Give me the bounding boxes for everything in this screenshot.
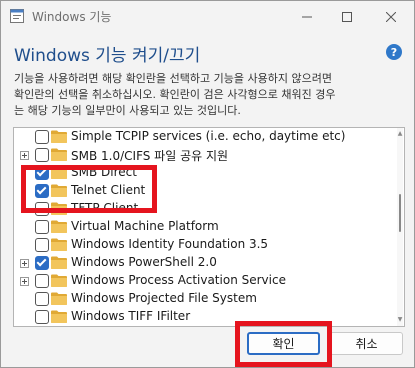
feature-label: Simple TCPIP services (i.e. echo, daytim… [71,129,346,143]
app-icon [10,9,24,23]
feature-checkbox[interactable] [35,148,49,162]
folder-icon [51,310,67,323]
feature-checkbox[interactable] [35,238,49,252]
feature-checkbox[interactable] [35,310,49,324]
feature-row[interactable]: Simple TCPIP services (i.e. echo, daytim… [14,128,394,147]
feature-label: SMB 1.0/CIFS 파일 공유 지원 [71,149,229,163]
feature-row[interactable]: Windows Process Activation Service [14,271,394,291]
feature-row[interactable]: Windows TIFF IFilter [14,307,394,326]
feature-row[interactable]: SMB 1.0/CIFS 파일 공유 지원 [14,145,394,165]
expand-icon[interactable] [20,151,29,160]
scroll-thumb[interactable] [399,194,401,232]
feature-label: Virtual Machine Platform [71,219,219,233]
title-bar[interactable]: Windows 기능 [1,1,414,32]
dialog-heading: Windows 기능 켜기/끄기 [14,46,201,66]
feature-row[interactable]: Windows PowerShell 2.0 [14,253,394,273]
close-button[interactable] [371,1,411,32]
feature-label: Windows Projected File System [71,291,257,305]
highlight-ok-box [235,321,332,367]
folder-icon [51,256,67,269]
feature-checkbox[interactable] [35,130,49,144]
features-tree[interactable]: Simple TCPIP services (i.e. echo, daytim… [13,127,405,327]
feature-label: Windows Process Activation Service [71,273,286,287]
expand-icon[interactable] [20,259,29,268]
windows-features-dialog: Windows 기능 Windows 기능 켜기/끄기 ? 기능을 사용하려면 … [0,0,415,368]
close-icon [386,11,396,22]
feature-checkbox[interactable] [35,220,49,234]
minimize-icon [302,16,312,17]
vertical-scrollbar[interactable]: ▲ ▼ [397,128,403,326]
help-icon[interactable]: ? [386,44,402,60]
dialog-description: 기능을 사용하려면 해당 확인란을 선택하고 기능을 사용하지 않으려면 확인란… [14,72,336,117]
highlight-telnet-box [21,165,157,213]
cancel-button[interactable]: 취소 [330,332,403,355]
feature-checkbox[interactable] [35,274,49,288]
folder-icon [51,238,67,251]
maximize-button[interactable] [327,1,367,32]
folder-icon [51,130,67,143]
folder-icon [51,292,67,305]
feature-checkbox[interactable] [35,292,49,306]
feature-label: Windows Identity Foundation 3.5 [71,237,269,251]
scroll-down-arrow-icon[interactable]: ▼ [397,316,403,323]
feature-row[interactable]: Virtual Machine Platform [14,217,394,237]
scroll-up-arrow-icon[interactable]: ▲ [397,130,403,137]
window-title: Windows 기능 [32,10,112,24]
feature-label: Windows TIFF IFilter [71,309,191,323]
feature-row[interactable]: Windows Identity Foundation 3.5 [14,235,394,255]
expand-icon[interactable] [20,277,29,286]
folder-icon [51,274,67,287]
maximize-icon [342,11,352,22]
feature-checkbox[interactable] [35,256,49,270]
folder-icon [51,148,67,161]
feature-label: Windows PowerShell 2.0 [71,255,217,269]
folder-icon [51,220,67,233]
minimize-button[interactable] [287,1,327,32]
feature-row[interactable]: Windows Projected File System [14,289,394,309]
